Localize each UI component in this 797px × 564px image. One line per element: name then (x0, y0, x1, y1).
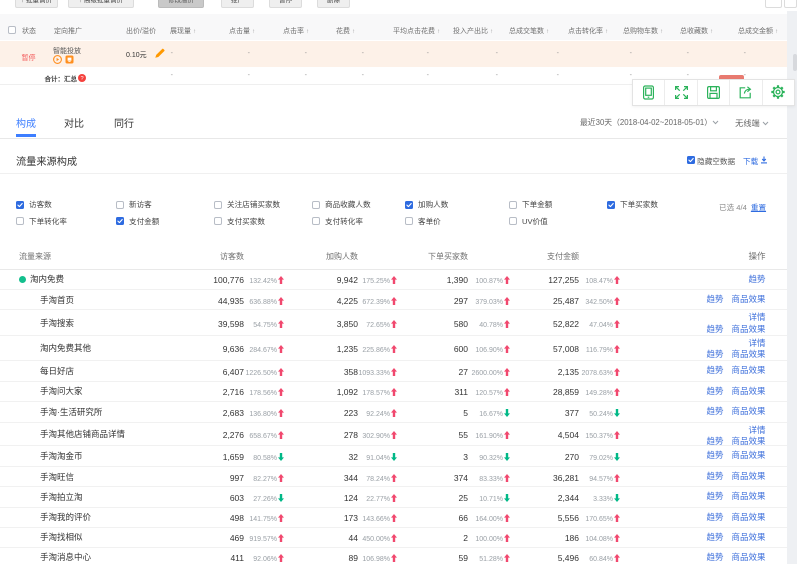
svg-text:?: ? (80, 76, 83, 82)
